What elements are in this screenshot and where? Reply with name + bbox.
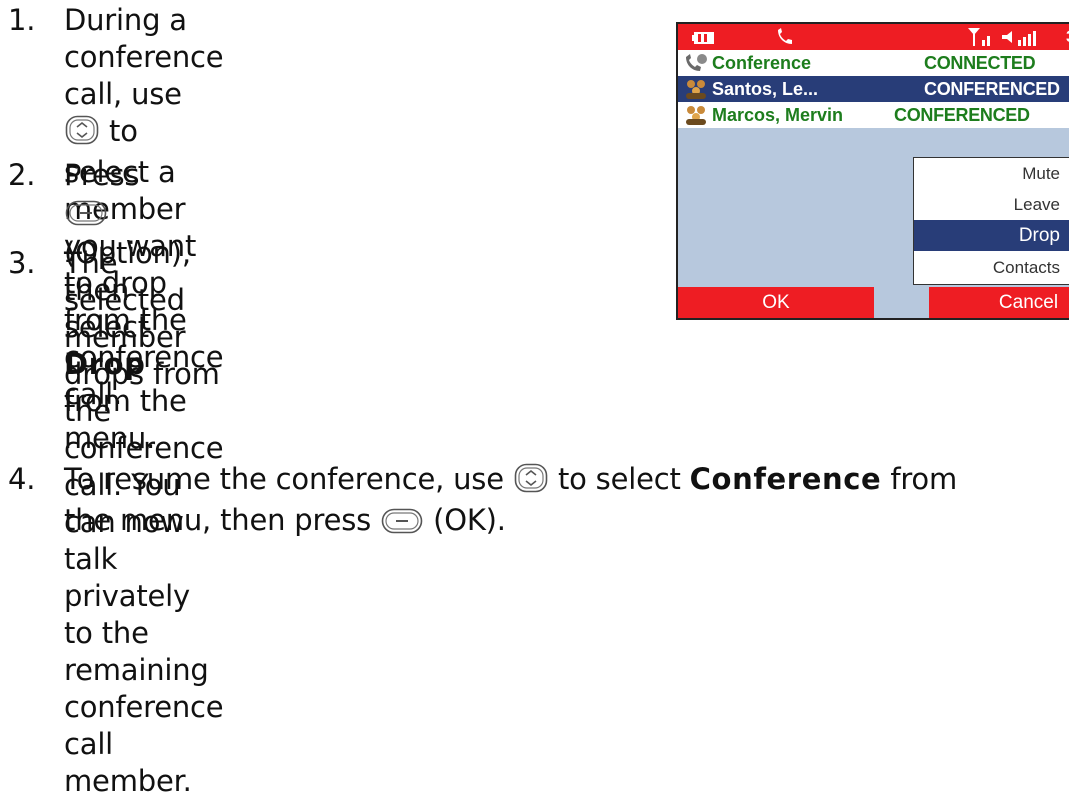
- soft-key-icon: [65, 198, 107, 235]
- step-text: conference call member.: [64, 690, 224, 798]
- volume-icon: [1002, 28, 1042, 51]
- step-text: (OK).: [433, 503, 506, 537]
- call-icon: [776, 28, 796, 51]
- battery-icon: [692, 31, 714, 49]
- options-menu: Mute Leave Drop Contacts: [913, 157, 1069, 285]
- call-row-status: CONNECTED: [924, 53, 1036, 73]
- soft-key-icon: [381, 506, 423, 543]
- step-number: 1.: [8, 3, 36, 37]
- step-number: 4.: [8, 462, 36, 496]
- softkey-bar: OK Cancel: [678, 287, 1069, 318]
- menu-item-contacts[interactable]: Contacts: [914, 252, 1069, 283]
- softkey-ok[interactable]: OK: [678, 287, 874, 318]
- call-row-name: Santos, Le...: [712, 79, 819, 99]
- step-text: talk privately to the remaining: [64, 542, 209, 687]
- step-number: 2.: [8, 158, 36, 192]
- step-text: the menu, then press: [64, 503, 372, 537]
- step-4-text: To resume the conference, use to select …: [64, 461, 957, 543]
- call-row-status: CONFERENCED: [894, 105, 1030, 125]
- navigation-key-icon: [65, 115, 99, 154]
- status-bar: 3: [678, 24, 1069, 50]
- phone-screen: 3 Conference CONNECTED Santos, Le... CON…: [676, 22, 1069, 320]
- step-text: from: [890, 462, 958, 496]
- navigation-key-icon: [514, 463, 548, 502]
- signal-icon: [968, 28, 994, 51]
- step-text: Press: [64, 158, 140, 192]
- menu-item-mute[interactable]: Mute: [914, 158, 1069, 189]
- step-text: to select: [557, 462, 681, 496]
- call-row-member[interactable]: Santos, Le... CONFERENCED: [678, 76, 1069, 102]
- call-row-status: CONFERENCED: [924, 79, 1060, 99]
- menu-item-leave[interactable]: Leave: [914, 189, 1069, 220]
- softkey-cancel[interactable]: Cancel: [929, 287, 1069, 318]
- call-row-name: Marcos, Mervin: [712, 105, 844, 125]
- step-term: Conference: [689, 462, 882, 496]
- menu-item-drop[interactable]: Drop: [914, 220, 1069, 251]
- step-text: To resume the conference, use: [64, 462, 504, 496]
- call-row-member[interactable]: Marcos, Mervin CONFERENCED: [678, 102, 1069, 128]
- member-icon: [684, 105, 708, 132]
- call-row-name: Conference: [712, 53, 812, 73]
- call-row-conference[interactable]: Conference CONNECTED: [678, 50, 1069, 76]
- step-number: 3.: [8, 246, 36, 280]
- step-text: The selected member drops from: [64, 246, 220, 391]
- manual-page: 1. During a conference call, use to sele…: [0, 0, 1069, 798]
- step-text: to: [109, 114, 138, 148]
- step-text: During a conference call, use: [64, 3, 224, 111]
